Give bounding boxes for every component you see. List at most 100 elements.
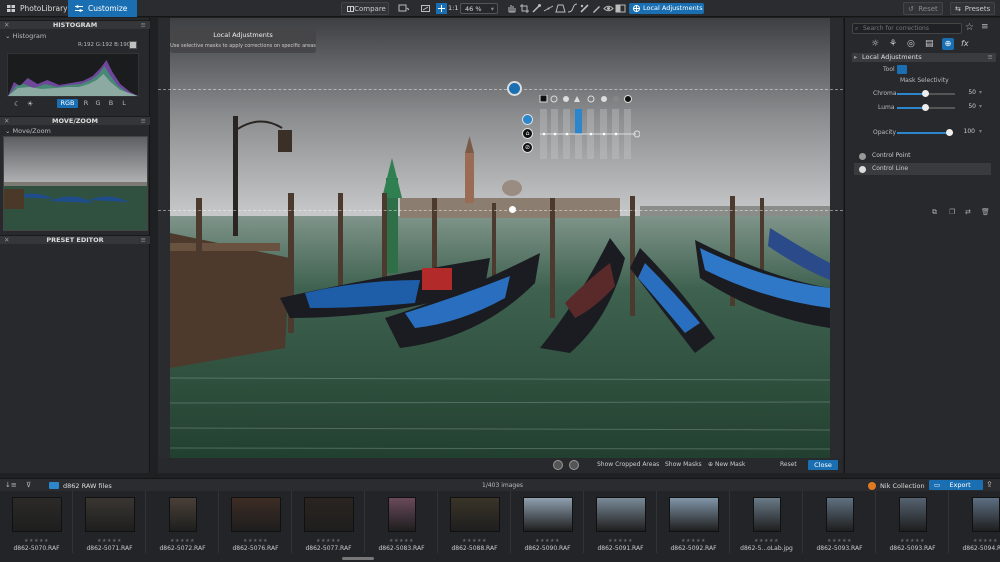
share-icon[interactable]: ⇪ [986, 480, 993, 489]
sort-icon[interactable]: ↓≡ [5, 481, 17, 489]
star-rating[interactable]: ★★★★★ [511, 538, 584, 544]
show-masks-toggle[interactable]: Show Masks [665, 461, 702, 468]
hand-icon[interactable] [506, 3, 517, 14]
sun-icon[interactable]: ☀ [27, 100, 33, 108]
close-button[interactable]: Close [808, 460, 838, 470]
show-cropped-areas-toggle[interactable]: Show Cropped Areas [597, 461, 659, 468]
star-rating[interactable]: ★★★★★ [949, 538, 1000, 544]
light-icon[interactable]: ☼ [871, 39, 881, 49]
filmstrip-thumbnail[interactable]: ★★★★★ d862-5090.RAF [511, 491, 584, 553]
local-adjustments-button[interactable]: Local Adjustments [629, 3, 704, 14]
local-adjustments-tab-icon[interactable]: ⊕ [942, 38, 954, 50]
star-rating[interactable]: ★★★★★ [365, 538, 438, 544]
menu-icon[interactable]: ≡ [141, 236, 146, 245]
mask-add-icon[interactable] [569, 460, 579, 470]
eyedropper-icon[interactable] [531, 3, 542, 14]
chevron-down-icon[interactable]: ▾ [979, 89, 982, 96]
mask-icon[interactable]: ⧉ [932, 208, 937, 217]
crop-icon[interactable] [519, 3, 530, 14]
filmstrip-thumbnail[interactable]: ★★★★★ d862-5088.RAF [438, 491, 511, 553]
tab-photolibrary[interactable]: PhotoLibrary [0, 0, 68, 17]
control-line-handle[interactable] [507, 81, 522, 96]
geometry-icon[interactable]: ▤ [925, 39, 935, 49]
control-line-guide-bottom[interactable] [158, 210, 843, 211]
eye-icon[interactable] [603, 3, 614, 14]
luma-slider[interactable] [897, 104, 955, 111]
lock-icon[interactable]: ⌂ [522, 128, 533, 139]
star-rating[interactable]: ★★★★★ [292, 538, 365, 544]
control-line-guide-top[interactable] [158, 89, 843, 90]
duplicate-icon[interactable]: ❐ [949, 208, 955, 216]
filmstrip-thumbnail[interactable]: ★★★★★ d862-5...oLab.jpg [730, 491, 803, 553]
filmstrip-thumbnail[interactable]: ★★★★★ d862-5091.RAF [584, 491, 657, 553]
reset-button[interactable]: ↺ Reset [903, 2, 943, 15]
channel-r[interactable]: R [82, 99, 90, 108]
star-rating[interactable]: ★★★★★ [657, 538, 730, 544]
control-line-item[interactable]: Control Line [854, 163, 991, 175]
close-icon[interactable]: ✕ [4, 117, 9, 126]
filmstrip-thumbnail[interactable]: ★★★★★d862-5094.RAF [949, 491, 1000, 553]
search-input[interactable]: ⌕ Search for corrections [852, 23, 962, 34]
preset-editor-header[interactable]: ✕ PRESET EDITOR ≡ [0, 235, 150, 244]
image-canvas[interactable]: Local Adjustments Use selective masks to… [158, 18, 843, 458]
luma-value[interactable]: 50 [962, 103, 976, 111]
channel-b[interactable]: B [107, 99, 115, 108]
filmstrip-thumbnail[interactable]: ★★★★★ d862-5076.RAF [219, 491, 292, 553]
mask-overlay-icon[interactable] [553, 460, 563, 470]
chroma-slider[interactable] [897, 90, 955, 97]
filmstrip-thumbnail[interactable]: ★★★★★ d862-5083.RAF [365, 491, 438, 553]
tab-customize[interactable]: Customize [68, 0, 137, 17]
split-view-icon[interactable] [615, 3, 626, 14]
control-line-center-point[interactable] [509, 206, 516, 213]
star-rating[interactable]: ★★★★★ [146, 538, 219, 544]
close-icon[interactable]: ✕ [4, 236, 9, 245]
view-mode-icon[interactable] [398, 3, 409, 14]
opacity-slider[interactable] [897, 129, 953, 136]
presets-button[interactable]: ⇆ Presets [950, 2, 995, 15]
color-icon[interactable]: ⚘ [889, 39, 899, 49]
histogram-header[interactable]: ✕ HISTOGRAM ≡ [0, 20, 150, 29]
move-zoom-navigator[interactable] [3, 136, 148, 231]
control-point-item[interactable]: Control Point [854, 150, 991, 162]
photo-preview[interactable] [170, 18, 830, 458]
star-rating[interactable]: ★★★★★ [803, 538, 876, 544]
delete-point-icon[interactable]: ⊘ [522, 142, 533, 153]
perspective-icon[interactable] [555, 3, 566, 14]
sliders-icon[interactable]: ≡ [981, 22, 989, 32]
moon-icon[interactable]: ☾ [14, 100, 20, 108]
filmstrip-thumbnail[interactable]: ★★★★★ d862-5093.RAF [876, 491, 949, 553]
effects-icon[interactable]: fx [961, 39, 971, 49]
star-rating[interactable]: ★★★★★ [0, 538, 73, 544]
tool-selector-icon[interactable] [897, 65, 907, 74]
star-rating[interactable]: ★★★★★ [219, 538, 292, 544]
star-rating[interactable]: ★★★★★ [584, 538, 657, 544]
move-zoom-header[interactable]: ✕ MOVE/ZOOM ≡ [0, 116, 150, 125]
zoom-1to1-icon[interactable] [436, 3, 447, 14]
menu-icon[interactable]: ≡ [141, 117, 146, 126]
channel-rgb[interactable]: RGB [57, 99, 78, 108]
filmstrip-scrollbar[interactable] [342, 557, 374, 560]
target-icon[interactable] [522, 114, 533, 125]
local-adjustments-header[interactable]: ▸ Local Adjustments ≡ [852, 53, 996, 62]
chroma-value[interactable]: 50 [962, 89, 976, 97]
curve-icon[interactable] [567, 3, 578, 14]
trash-icon[interactable]: 🗑 [981, 208, 990, 216]
channel-l[interactable]: L [120, 99, 128, 108]
filter-icon[interactable]: ⊽ [26, 481, 31, 489]
zoom-level-dropdown[interactable]: 46 % ▾ [460, 3, 498, 14]
chevron-down-icon[interactable]: ▾ [979, 103, 982, 110]
menu-icon[interactable]: ≡ [141, 21, 146, 30]
repair-icon[interactable] [579, 3, 590, 14]
new-mask-button[interactable]: ⊕ New Mask [708, 461, 745, 468]
channel-g[interactable]: G [94, 99, 102, 108]
filmstrip-thumbnail[interactable]: ★★★★★ d862-5072.RAF [146, 491, 219, 553]
nik-collection-button[interactable]: Nik Collection [880, 482, 925, 490]
export-button[interactable]: ▭ Export [929, 480, 983, 490]
detail-icon[interactable]: ◎ [907, 39, 917, 49]
fit-icon[interactable] [420, 3, 431, 14]
menu-icon[interactable]: ≡ [988, 53, 993, 62]
filmstrip-thumbnail[interactable]: ★★★★★ d862-5093.RAF [803, 491, 876, 553]
filmstrip-thumbnail[interactable]: ★★★★★ d862-5071.RAF [73, 491, 146, 553]
reset-local-button[interactable]: Reset [780, 461, 797, 468]
star-rating[interactable]: ★★★★★ [73, 538, 146, 544]
